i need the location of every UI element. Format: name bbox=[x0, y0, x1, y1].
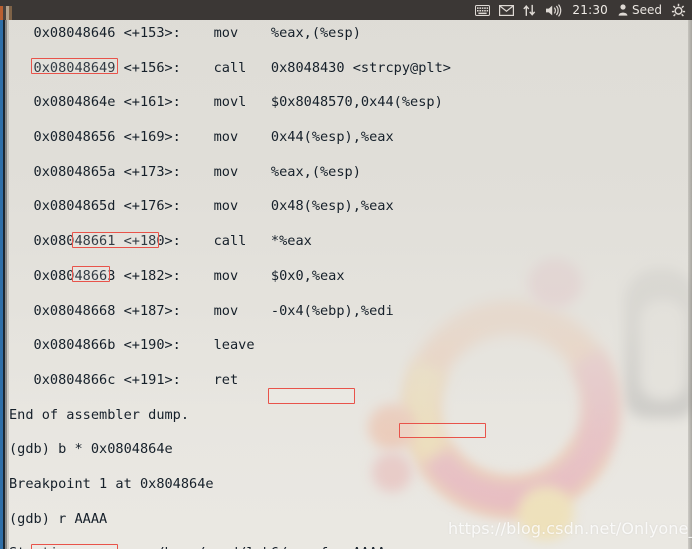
terminal-line: (gdb) b * 0x0804864e bbox=[9, 441, 173, 458]
gnome-terminal-window[interactable]: 0x08048646 <+153>: mov %eax,(%esp) 0x080… bbox=[0, 20, 692, 549]
terminal-line: 0x0804865a <+173>: mov %eax,(%esp) bbox=[9, 163, 361, 180]
terminal-line: 0x08048656 <+169>: mov 0x44(%esp),%eax bbox=[9, 129, 394, 146]
terminal-line: 0x0804866b <+190>: leave bbox=[9, 337, 255, 354]
gear-icon[interactable] bbox=[671, 0, 686, 20]
terminal-line: 0x08048646 <+153>: mov %eax,(%esp) bbox=[9, 25, 361, 41]
panel-indicator-area[interactable]: 21:30 Seed bbox=[475, 0, 692, 20]
terminal-line: 0x08048649 <+156>: call 0x8048430 <strcp… bbox=[9, 59, 451, 76]
mail-icon[interactable] bbox=[499, 0, 515, 20]
highlight-return-address bbox=[399, 422, 486, 439]
terminal-line: 0x0804865d <+176>: mov 0x48(%esp),%eax bbox=[9, 198, 394, 215]
clock-indicator[interactable]: 21:30 bbox=[571, 3, 609, 17]
terminal-line: 0x0804866c <+191>: ret bbox=[9, 371, 239, 388]
network-icon[interactable] bbox=[523, 0, 536, 20]
launcher-edge bbox=[0, 0, 12, 20]
volume-icon[interactable] bbox=[545, 0, 562, 20]
terminal-line: 0x08048668 <+187>: mov -0x4(%ebp),%edi bbox=[9, 302, 394, 319]
launcher-icons-sliver bbox=[0, 6, 12, 20]
terminal-line: 0x08048661 <+180>: call *%eax bbox=[9, 233, 312, 250]
terminal-line: 0x0804864e <+161>: movl $0x8048570,0x44(… bbox=[9, 94, 443, 111]
terminal-line: Starting program: /home/seed/lab6/overfu… bbox=[9, 545, 688, 549]
user-avatar-icon bbox=[618, 0, 628, 20]
user-name-label: Seed bbox=[632, 3, 662, 17]
terminal-scrollbar[interactable] bbox=[688, 20, 692, 549]
terminal-left-border bbox=[0, 20, 9, 549]
session-indicator[interactable]: Seed bbox=[618, 0, 662, 20]
terminal-output[interactable]: 0x08048646 <+153>: mov %eax,(%esp) 0x080… bbox=[9, 20, 688, 549]
highlight-overflow-value bbox=[268, 387, 356, 404]
terminal-line: 0x08048663 <+182>: mov $0x0,%eax bbox=[9, 267, 345, 284]
watermark-text: https://blog.csdn.net/Onlyone_1314 bbox=[448, 519, 692, 538]
terminal-line: Breakpoint 1 at 0x804864e bbox=[9, 476, 214, 493]
terminal-line: End of assembler dump. bbox=[9, 406, 190, 423]
desktop-screen: 0x08048646 <+153>: mov %eax,(%esp) 0x080… bbox=[0, 0, 692, 549]
keyboard-indicator-icon[interactable] bbox=[475, 0, 491, 20]
unity-top-panel[interactable]: 21:30 Seed bbox=[0, 0, 692, 20]
